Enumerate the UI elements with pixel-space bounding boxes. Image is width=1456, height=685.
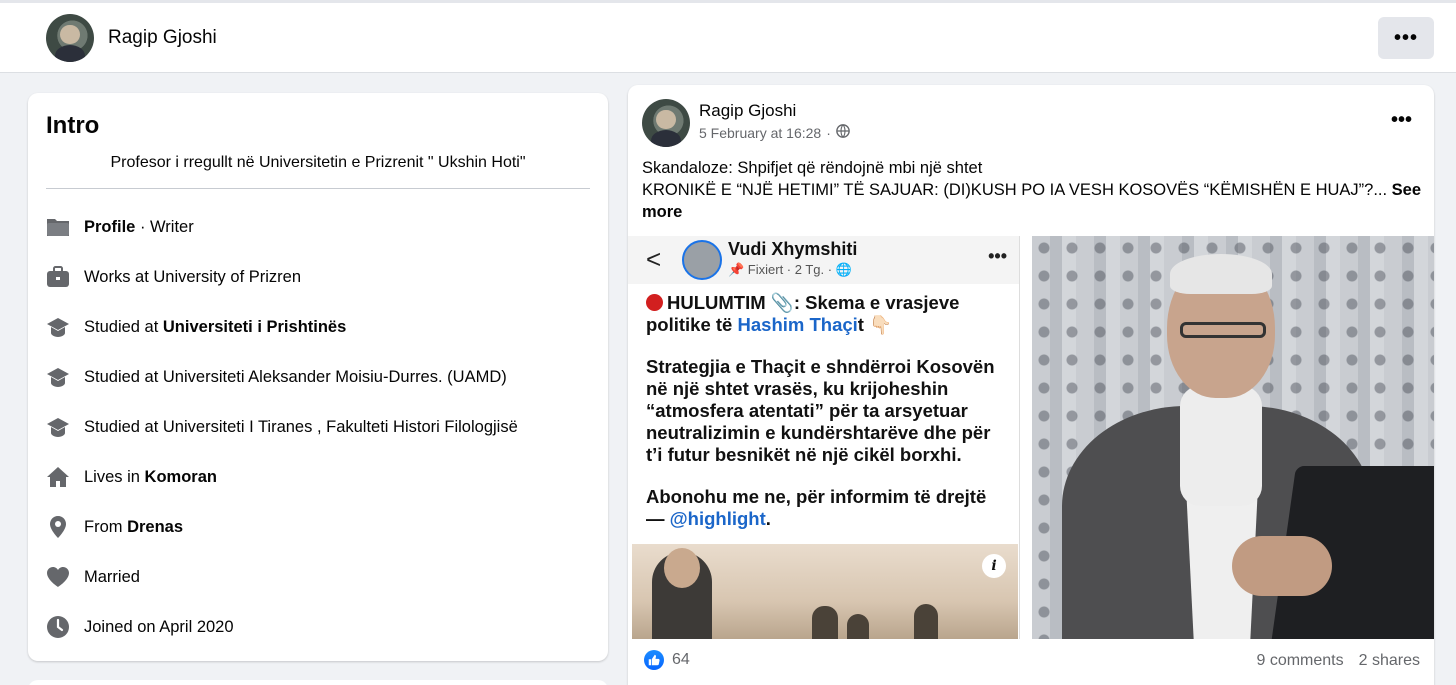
intro-item-profile: Profile · Writer bbox=[46, 214, 194, 240]
embedded-author: Vudi Xhymshiti bbox=[728, 239, 858, 259]
profile-header: Ragip Gjoshi ••• bbox=[0, 0, 1456, 73]
next-card-edge bbox=[28, 680, 608, 685]
post-text: Skandaloze: Shpifjet që rëndojnë mbi një… bbox=[642, 157, 1422, 223]
location-icon bbox=[46, 515, 70, 539]
intro-item-label: From bbox=[84, 517, 128, 536]
intro-item-bold: Profile bbox=[84, 217, 136, 236]
likes-count[interactable]: 64 bbox=[672, 651, 690, 669]
embedded-text: . bbox=[765, 508, 771, 529]
illustration-figure bbox=[914, 604, 938, 639]
embedded-illustration: i bbox=[632, 544, 1018, 639]
intro-item-label: Works at University of Prizren bbox=[84, 267, 301, 286]
post-options-button[interactable]: ••• bbox=[1391, 109, 1412, 132]
embedded-avatar bbox=[682, 240, 722, 280]
photo-person-hand bbox=[1232, 536, 1332, 596]
like-icon bbox=[644, 650, 664, 670]
illustration-figure bbox=[812, 606, 838, 639]
embedded-text: t 👇🏻 bbox=[857, 314, 893, 335]
education-icon bbox=[46, 365, 70, 389]
illustration-figure bbox=[847, 614, 869, 639]
home-icon bbox=[46, 465, 70, 489]
post-meta: 5 February at 16:28 · bbox=[699, 124, 850, 141]
post-card: Ragip Gjoshi 5 February at 16:28 · ••• S… bbox=[628, 85, 1434, 685]
red-circle-icon bbox=[646, 294, 663, 311]
photo-person-glasses bbox=[1180, 322, 1266, 338]
clock-icon bbox=[46, 615, 70, 639]
intro-item-label: · Writer bbox=[135, 217, 194, 236]
intro-item-label: Studied at bbox=[84, 317, 163, 336]
engagement-counts: 9 comments 2 shares bbox=[1256, 652, 1420, 670]
intro-item-bold[interactable]: Universiteti i Prishtinës bbox=[163, 318, 346, 336]
post-text-line: Skandaloze: Shpifjet që rëndojnë mbi një… bbox=[642, 159, 983, 177]
education-icon bbox=[46, 415, 70, 439]
post-author-avatar[interactable] bbox=[642, 99, 690, 147]
intro-item-joined: Joined on April 2020 bbox=[46, 614, 234, 640]
reactions-summary[interactable]: 64 bbox=[644, 650, 690, 670]
embedded-link: @highlight bbox=[669, 508, 766, 529]
intro-title: Intro bbox=[46, 112, 100, 139]
meta-separator: · bbox=[826, 124, 831, 141]
intro-item-label: Married bbox=[84, 567, 140, 586]
intro-bio: Profesor i rregullt në Universitetin e P… bbox=[110, 154, 526, 171]
intro-item-home: Lives in Komoran bbox=[46, 464, 217, 490]
post-photo[interactable] bbox=[1032, 236, 1434, 639]
embedded-link: Hashim Thaçi bbox=[737, 314, 858, 335]
profile-name[interactable]: Ragip Gjoshi bbox=[108, 27, 217, 49]
intro-item-education: Studied at Universiteti i Prishtinës bbox=[46, 314, 346, 340]
shares-count[interactable]: 2 shares bbox=[1359, 652, 1420, 670]
post-media[interactable]: < Vudi Xhymshiti 📌 Fixiert · 2 Tg. · 🌐 •… bbox=[628, 236, 1434, 639]
back-arrow-icon: < bbox=[646, 244, 662, 274]
intro-item-education: Studied at Universiteti Aleksander Moisi… bbox=[46, 364, 507, 390]
photo-person-neck bbox=[1180, 386, 1262, 506]
info-icon: i bbox=[982, 554, 1006, 578]
embedded-screenshot[interactable]: < Vudi Xhymshiti 📌 Fixiert · 2 Tg. · 🌐 •… bbox=[628, 236, 1020, 639]
intro-item-bold[interactable]: Drenas bbox=[127, 518, 183, 536]
intro-card: Intro Profesor i rregullt në Universitet… bbox=[28, 93, 608, 661]
embedded-text: Strategjia e Thaçit e shndërroi Kosovën … bbox=[646, 356, 995, 465]
intro-item-relationship: Married bbox=[46, 564, 140, 590]
embedded-dots-icon: ••• bbox=[988, 246, 1007, 266]
post-author-name[interactable]: Ragip Gjoshi bbox=[699, 101, 796, 121]
intro-divider bbox=[46, 188, 590, 189]
intro-item-label: Joined on April 2020 bbox=[84, 617, 234, 636]
profile-icon bbox=[46, 215, 70, 239]
comments-count[interactable]: 9 comments bbox=[1256, 652, 1343, 670]
photo-person-hair bbox=[1170, 254, 1272, 294]
intro-item-from: From Drenas bbox=[46, 514, 183, 540]
intro-item-label: Studied at Universiteti I Tiranes , Faku… bbox=[84, 417, 518, 436]
embedded-body: HULUMTIM 📎: Skema e vrasjeve politike të… bbox=[646, 292, 1006, 550]
post-text-line: KRONIKË E “NJË HETIMI” TË SAJUAR: (DI)KU… bbox=[642, 181, 1388, 199]
illustration-face bbox=[664, 548, 700, 588]
intro-item-education: Studied at Universiteti I Tiranes , Faku… bbox=[46, 414, 518, 440]
post-timestamp[interactable]: 5 February at 16:28 bbox=[699, 125, 821, 141]
heart-icon bbox=[46, 565, 70, 589]
intro-item-label: Studied at Universiteti Aleksander Moisi… bbox=[84, 367, 507, 386]
embedded-meta: 📌 Fixiert · 2 Tg. · 🌐 bbox=[728, 262, 852, 277]
intro-item-work: Works at University of Prizren bbox=[46, 264, 301, 290]
globe-icon[interactable] bbox=[836, 124, 850, 141]
work-icon bbox=[46, 265, 70, 289]
intro-item-label: Lives in bbox=[84, 467, 145, 486]
education-icon bbox=[46, 315, 70, 339]
intro-item-bold[interactable]: Komoran bbox=[145, 468, 217, 486]
more-options-button[interactable]: ••• bbox=[1378, 17, 1434, 59]
profile-avatar[interactable] bbox=[46, 14, 94, 62]
